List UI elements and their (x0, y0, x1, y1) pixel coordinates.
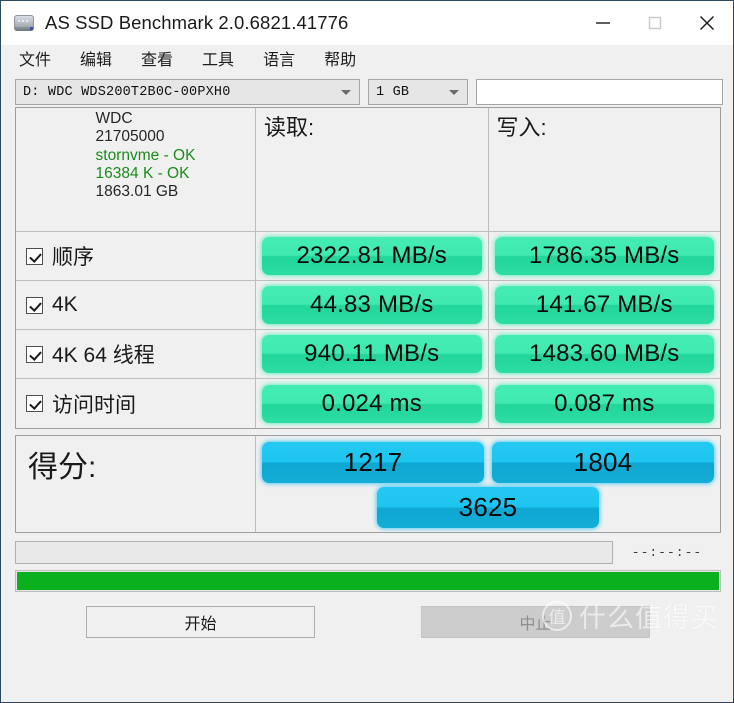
drive-driver: stornvme - OK (96, 147, 196, 165)
menu-item-tools[interactable]: 工具 (202, 53, 234, 69)
menu-bar: 文件 编辑 查看 工具 语言 帮助 (1, 45, 733, 77)
test-label-cell-4k64[interactable]: 4K 64 线程 (16, 330, 256, 378)
window-title: AS SSD Benchmark 2.0.6821.41776 (45, 12, 348, 34)
score-values: 1217 1804 3625 (256, 436, 720, 532)
drive-alignment: 16384 K - OK (96, 165, 196, 183)
progress-bar-fill (17, 572, 719, 590)
progress-bar (15, 570, 721, 592)
drive-firmware: 21705000 (96, 128, 196, 146)
write-column-header-cell: 写入: (489, 108, 721, 231)
drive-info: WDC 21705000 stornvme - OK 16384 K - OK … (86, 110, 196, 201)
result-seq-write: 1786.35 MB/s (495, 237, 715, 275)
result-4k-read: 44.83 MB/s (262, 286, 482, 324)
status-message-field (15, 541, 613, 564)
chevron-down-icon (449, 90, 459, 95)
result-4k-write: 141.67 MB/s (495, 286, 715, 324)
test-label-cell-4k[interactable]: 4K (16, 281, 256, 329)
checkbox-4k[interactable] (26, 297, 43, 314)
result-cell-seq-read: 2322.81 MB/s (256, 232, 489, 280)
test-name-seq: 顺序 (52, 241, 94, 271)
result-cell-4k-read: 44.83 MB/s (256, 281, 489, 329)
test-name-4k: 4K (52, 293, 78, 317)
test-label-cell-seq[interactable]: 顺序 (16, 232, 256, 280)
result-cell-seq-write: 1786.35 MB/s (489, 232, 721, 280)
results-header-row: WDC 21705000 stornvme - OK 16384 K - OK … (16, 108, 720, 232)
checkbox-seq[interactable] (26, 248, 43, 265)
result-acc-read: 0.024 ms (262, 385, 482, 423)
name-input[interactable] (476, 79, 723, 105)
main-content: WDC 21705000 stornvme - OK 16384 K - OK … (1, 107, 733, 702)
results-grid: WDC 21705000 stornvme - OK 16384 K - OK … (15, 107, 721, 429)
table-row: 4K 64 线程 940.11 MB/s 1483.60 MB/s (16, 330, 720, 379)
read-column-header-cell: 读取: (256, 108, 489, 231)
start-button[interactable]: 开始 (86, 606, 315, 638)
drive-select[interactable]: D: WDC WDS200T2B0C-00PXH0 (15, 79, 360, 105)
result-cell-acc-read: 0.024 ms (256, 379, 489, 428)
window-controls (577, 1, 733, 45)
checkbox-4k64[interactable] (26, 346, 43, 363)
menu-item-edit[interactable]: 编辑 (80, 53, 112, 69)
ssd-drive-icon (13, 12, 35, 34)
menu-item-file[interactable]: 文件 (19, 53, 51, 69)
result-4k64-read: 940.11 MB/s (262, 335, 482, 373)
drive-select-value: D: WDC WDS200T2B0C-00PXH0 (16, 85, 231, 100)
result-cell-4k64-read: 940.11 MB/s (256, 330, 489, 378)
score-section: 得分: 1217 1804 3625 (15, 435, 721, 533)
result-seq-read: 2322.81 MB/s (262, 237, 482, 275)
result-cell-4k64-write: 1483.60 MB/s (489, 330, 721, 378)
abort-button: 中止 (421, 606, 650, 638)
table-row: 顺序 2322.81 MB/s 1786.35 MB/s (16, 232, 720, 281)
chevron-down-icon (341, 90, 351, 95)
drive-info-cell: WDC 21705000 stornvme - OK 16384 K - OK … (16, 108, 256, 231)
score-total: 3625 (377, 487, 599, 528)
size-select[interactable]: 1 GB (368, 79, 468, 105)
maximize-icon[interactable] (629, 1, 681, 45)
app-window: AS SSD Benchmark 2.0.6821.41776 文件 编辑 查看… (0, 0, 734, 703)
button-bar: 开始 中止 值 什么值得买 (15, 606, 721, 638)
toolbar: D: WDC WDS200T2B0C-00PXH0 1 GB (1, 77, 733, 107)
score-read: 1217 (262, 442, 484, 483)
elapsed-time: --:--:-- (613, 545, 721, 560)
write-column-header: 写入: (489, 108, 721, 142)
score-write: 1804 (492, 442, 714, 483)
score-label-cell: 得分: (16, 436, 256, 532)
checkbox-access-time[interactable] (26, 395, 43, 412)
result-cell-4k-write: 141.67 MB/s (489, 281, 721, 329)
result-4k64-write: 1483.60 MB/s (495, 335, 715, 373)
test-name-acc: 访问时间 (52, 389, 136, 419)
score-label: 得分: (28, 442, 96, 486)
table-row: 4K 44.83 MB/s 141.67 MB/s (16, 281, 720, 330)
table-row: 访问时间 0.024 ms 0.087 ms (16, 379, 720, 428)
drive-capacity: 1863.01 GB (96, 183, 196, 201)
test-label-cell-acc[interactable]: 访问时间 (16, 379, 256, 428)
close-icon[interactable] (681, 1, 733, 45)
title-bar: AS SSD Benchmark 2.0.6821.41776 (1, 1, 733, 45)
menu-item-language[interactable]: 语言 (263, 53, 295, 69)
read-column-header: 读取: (256, 108, 488, 142)
menu-item-view[interactable]: 查看 (141, 53, 173, 69)
status-bar: --:--:-- (15, 541, 721, 564)
menu-item-help[interactable]: 帮助 (324, 53, 356, 69)
result-cell-acc-write: 0.087 ms (489, 379, 721, 428)
size-select-value: 1 GB (369, 85, 409, 100)
result-acc-write: 0.087 ms (495, 385, 715, 423)
minimize-icon[interactable] (577, 1, 629, 45)
test-name-4k64: 4K 64 线程 (52, 339, 155, 369)
drive-vendor: WDC (96, 110, 196, 128)
